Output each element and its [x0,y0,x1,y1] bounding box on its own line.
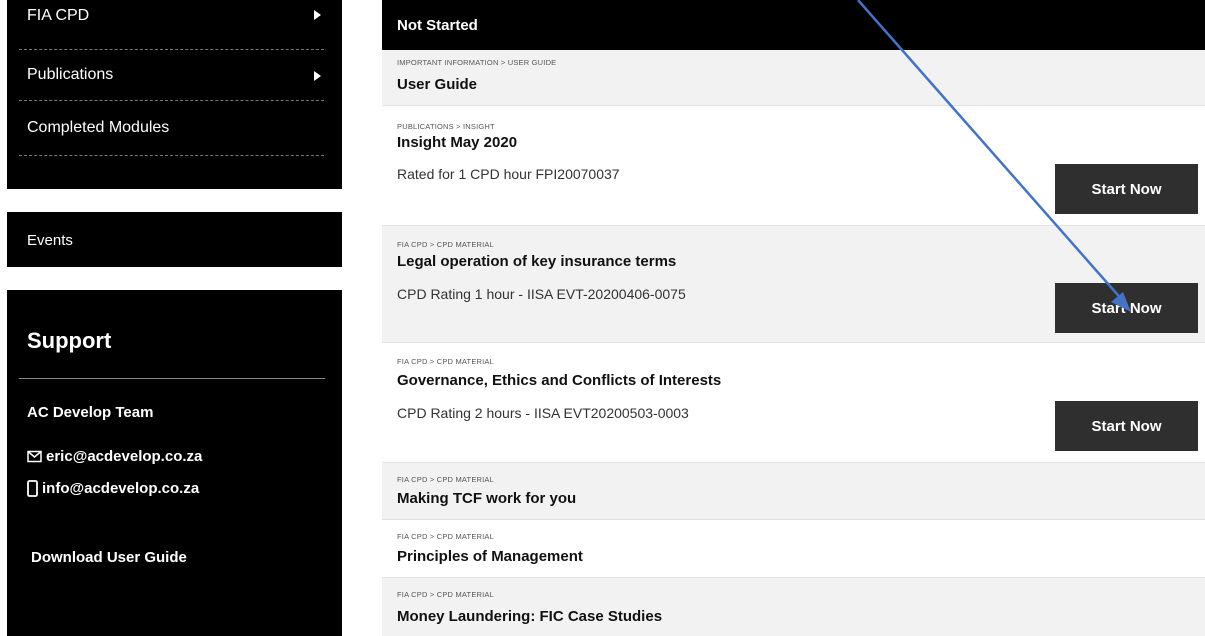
chevron-right-icon [314,71,321,81]
item-breadcrumb: PUBLICATIONS > INSIGHT [397,122,495,131]
item-breadcrumb: FIA CPD > CPD MATERIAL [397,590,494,599]
item-breadcrumb: FIA CPD > CPD MATERIAL [397,240,494,249]
item-title[interactable]: Insight May 2020 [397,134,517,151]
list-header-title: Not Started [397,17,478,34]
email-contact[interactable]: eric@acdevelop.co.za [27,448,202,465]
item-description: CPD Rating 2 hours - IISA EVT20200503-00… [397,405,689,421]
item-breadcrumb: FIA CPD > CPD MATERIAL [397,475,494,484]
mobile-phone-icon [27,480,38,497]
item-title[interactable]: User Guide [397,76,477,93]
email-text: eric@acdevelop.co.za [46,448,203,465]
item-title[interactable]: Governance, Ethics and Conflicts of Inte… [397,372,721,389]
chevron-right-icon [314,10,321,20]
item-breadcrumb: IMPORTANT INFORMATION > USER GUIDE [397,58,557,67]
sidebar-item-completed-modules[interactable]: Completed Modules [19,102,324,156]
item-breadcrumb: FIA CPD > CPD MATERIAL [397,532,494,541]
divider [19,378,325,379]
item-description: Rated for 1 CPD hour FPI20070037 [397,166,620,182]
list-item[interactable]: IMPORTANT INFORMATION > USER GUIDE User … [382,50,1205,106]
support-title: Support [27,328,112,353]
item-title[interactable]: Principles of Management [397,548,583,565]
support-team: AC Develop Team [27,404,154,421]
list-item[interactable]: FIA CPD > CPD MATERIAL Principles of Man… [382,520,1205,578]
contact-text: info@acdevelop.co.za [42,480,200,497]
list-item[interactable]: FIA CPD > CPD MATERIAL Money Laundering:… [382,578,1205,636]
envelope-icon [27,450,42,463]
item-breadcrumb: FIA CPD > CPD MATERIAL [397,357,494,366]
item-title[interactable]: Making TCF work for you [397,490,576,507]
sidebar-item-events[interactable]: Events [7,212,342,267]
sidebar-item-label: Publications [27,66,114,83]
start-now-button[interactable]: Start Now [1055,164,1198,214]
sidebar-item-publications[interactable]: Publications [19,51,324,101]
phone-contact[interactable]: info@acdevelop.co.za [27,480,199,497]
list-item[interactable]: FIA CPD > CPD MATERIAL Making TCF work f… [382,463,1205,520]
sidebar-menu: FIA CPD Publications Completed Modules [7,0,342,189]
list-item[interactable]: FIA CPD > CPD MATERIAL Legal operation o… [382,226,1205,343]
sidebar-item-label: Completed Modules [27,119,170,136]
list-header: Not Started [382,0,1205,50]
support-panel: Support AC Develop Team eric@acdevelop.c… [7,290,342,636]
item-title[interactable]: Legal operation of key insurance terms [397,253,676,270]
download-user-guide-link[interactable]: Download User Guide [31,549,187,566]
start-now-button[interactable]: Start Now [1055,283,1198,333]
item-description: CPD Rating 1 hour - IISA EVT-20200406-00… [397,286,686,302]
item-title[interactable]: Money Laundering: FIC Case Studies [397,608,662,625]
events-label: Events [27,232,73,249]
list-item[interactable]: PUBLICATIONS > INSIGHT Insight May 2020 … [382,106,1205,226]
sidebar-item-label: FIA CPD [27,7,90,24]
sidebar-item-fia-cpd[interactable]: FIA CPD [19,0,324,50]
list-item[interactable]: FIA CPD > CPD MATERIAL Governance, Ethic… [382,343,1205,463]
start-now-button[interactable]: Start Now [1055,401,1198,451]
